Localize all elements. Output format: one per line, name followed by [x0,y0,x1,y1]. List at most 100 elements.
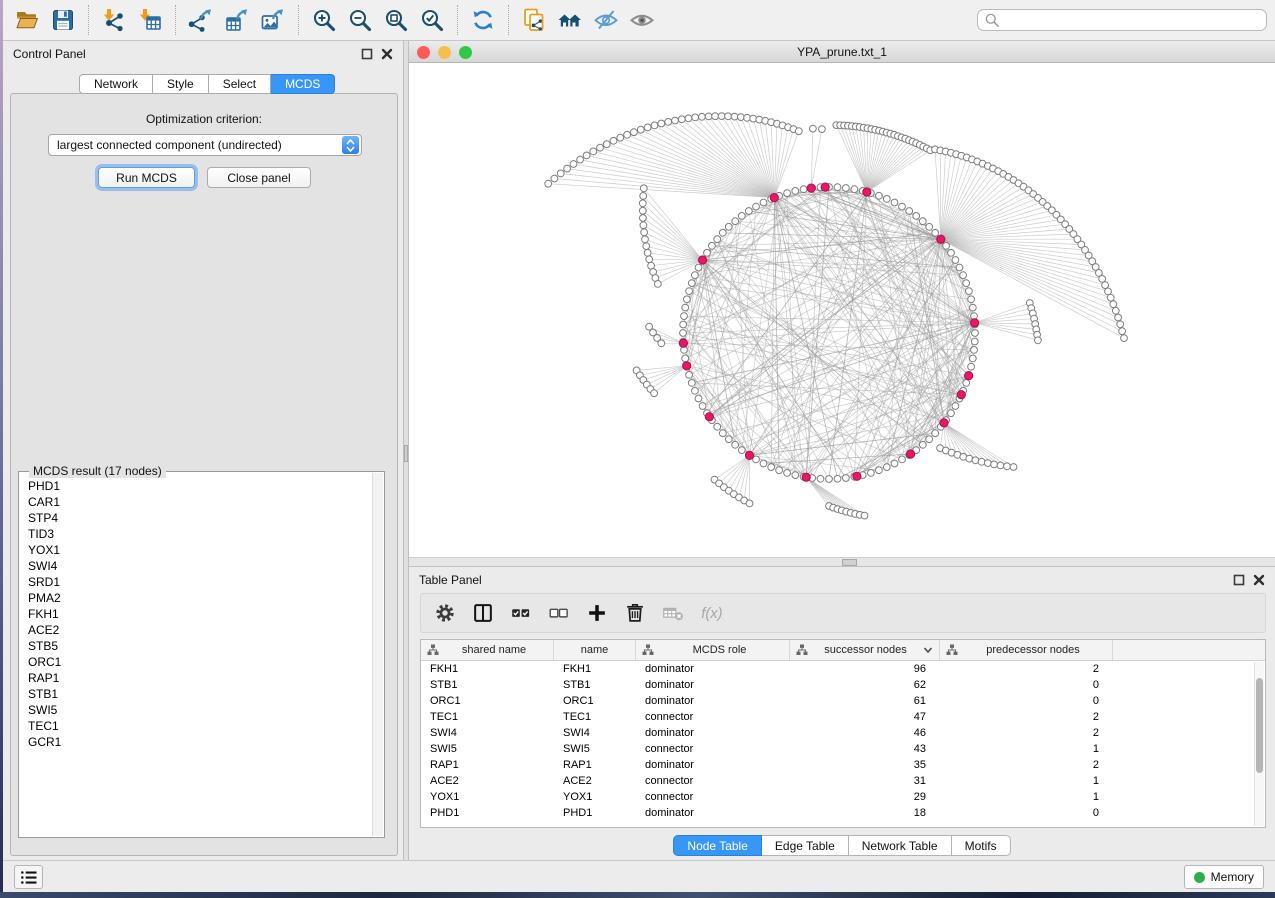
tab-node-table[interactable]: Node Table [673,835,762,856]
mcds-result-item[interactable]: TEC1 [28,718,372,734]
close-window-icon[interactable] [417,46,430,59]
close-panel-icon[interactable] [381,48,393,60]
export-network-icon[interactable] [183,3,219,37]
mcds-result-item[interactable]: FKH1 [28,606,372,622]
zoom-in-icon[interactable] [306,3,342,37]
select-all-icon[interactable] [505,598,536,629]
column-header-name[interactable]: name [554,640,636,660]
close-panel-icon[interactable] [1253,574,1265,586]
import-table-icon[interactable] [132,3,168,37]
splitter-handle[interactable] [404,445,408,462]
splitter-handle[interactable] [842,559,857,566]
run-mcds-button[interactable]: Run MCDS [98,167,195,188]
zoom-selected-icon[interactable] [414,3,450,37]
table-scrollbar-thumb[interactable] [1256,678,1263,773]
mcds-result-item[interactable]: PMA2 [28,590,372,606]
mcds-result-item[interactable]: PHD1 [28,478,372,494]
mcds-tab-content: Optimization criterion: largest connecte… [10,93,398,856]
mcds-result-item[interactable]: SWI4 [28,558,372,574]
show-all-icon[interactable] [624,3,660,37]
hide-selected-icon[interactable] [588,3,624,37]
tab-network-table[interactable]: Network Table [849,835,952,856]
import-network-icon[interactable] [96,3,132,37]
mcds-result-item[interactable]: STB1 [28,686,372,702]
mcds-result-item[interactable]: SWI5 [28,702,372,718]
zoom-out-icon[interactable] [342,3,378,37]
search-input[interactable] [1001,11,1260,29]
open-session-icon[interactable] [9,3,45,37]
cell-predecessor-nodes: 0 [940,807,1113,819]
task-history-button[interactable] [14,865,43,889]
settings-icon[interactable] [429,598,460,629]
table-row[interactable]: RAP1RAP1dominator352 [421,757,1265,773]
mcds-result-item[interactable]: GCR1 [28,734,372,750]
delete-table-icon[interactable] [657,598,688,629]
cell-predecessor-nodes: 1 [940,775,1113,787]
tab-edge-table[interactable]: Edge Table [762,835,849,856]
first-neighbors-icon[interactable] [552,3,588,37]
mcds-list-scrollbar[interactable] [372,473,383,836]
maximize-window-icon[interactable] [459,46,472,59]
add-row-icon[interactable] [581,598,612,629]
main-toolbar [3,0,1275,41]
new-network-from-selection-icon[interactable] [516,3,552,37]
tab-mcds[interactable]: MCDS [271,74,335,94]
tab-network[interactable]: Network [79,74,153,94]
mcds-result-item[interactable]: ORC1 [28,654,372,670]
mcds-result-item[interactable]: ACE2 [28,622,372,638]
close-panel-button[interactable]: Close panel [207,167,311,188]
column-header-predecessor-nodes[interactable]: predecessor nodes [940,640,1113,660]
minimize-window-icon[interactable] [438,46,451,59]
optimization-criterion-select[interactable]: largest connected component (undirected) [48,134,362,156]
tab-motifs[interactable]: Motifs [952,835,1011,856]
column-header-MCDS-role[interactable]: MCDS role [636,640,790,660]
float-panel-icon[interactable] [1233,574,1245,586]
horizontal-splitter[interactable] [409,557,1275,567]
column-header-successor-nodes[interactable]: successor nodes [790,640,940,660]
cytoscape-window: Control Panel NetworkStyleSelectMCDS Opt… [3,0,1275,893]
mcds-result-item[interactable]: STB5 [28,638,372,654]
table-row[interactable]: ACE2ACE2connector311 [421,773,1265,789]
table-row[interactable]: SWI4SWI4dominator462 [421,725,1265,741]
mcds-result-item[interactable]: STP4 [28,510,372,526]
delete-row-icon[interactable] [619,598,650,629]
network-canvas[interactable] [409,63,1275,557]
table-scrollbar[interactable] [1254,662,1264,826]
column-header-shared-name[interactable]: shared name [421,640,554,660]
tab-style[interactable]: Style [153,74,209,94]
cell-shared-name: TEC1 [421,711,554,723]
memory-button[interactable]: Memory [1184,865,1264,889]
cell-shared-name: FKH1 [421,663,554,675]
export-table-icon[interactable] [219,3,255,37]
table-row[interactable]: YOX1YOX1connector291 [421,789,1265,805]
status-bar: Memory [3,860,1275,893]
deselect-all-icon[interactable] [543,598,574,629]
mcds-result-item[interactable]: YOX1 [28,542,372,558]
cell-successor-nodes: 43 [790,743,940,755]
cell-shared-name: SWI5 [421,743,554,755]
zoom-fit-icon[interactable] [378,3,414,37]
cell-MCDS-role: connector [636,775,790,787]
save-session-icon[interactable] [45,3,81,37]
table-row[interactable]: FKH1FKH1dominator962 [421,661,1265,677]
table-tabs: Node TableEdge TableNetwork TableMotifs [409,835,1275,856]
table-row[interactable]: PHD1PHD1dominator180 [421,805,1265,821]
mcds-result-item[interactable]: CAR1 [28,494,372,510]
refresh-icon[interactable] [465,3,501,37]
table-row[interactable]: TEC1TEC1connector472 [421,709,1265,725]
float-panel-icon[interactable] [361,48,373,60]
tab-select[interactable]: Select [209,74,271,94]
columns-icon[interactable] [467,598,498,629]
function-icon[interactable]: f(x) [695,598,726,629]
table-row[interactable]: SWI5SWI5connector431 [421,741,1265,757]
cell-shared-name: PHD1 [421,807,554,819]
memory-label: Memory [1211,870,1254,884]
mcds-result-item[interactable]: RAP1 [28,670,372,686]
mcds-result-item[interactable]: TID3 [28,526,372,542]
table-row[interactable]: STB1STB1dominator620 [421,677,1265,693]
export-image-icon[interactable] [255,3,291,37]
mcds-result-item[interactable]: SRD1 [28,574,372,590]
search-box[interactable] [977,9,1267,31]
table-row[interactable]: ORC1ORC1dominator610 [421,693,1265,709]
cell-successor-nodes: 47 [790,711,940,723]
